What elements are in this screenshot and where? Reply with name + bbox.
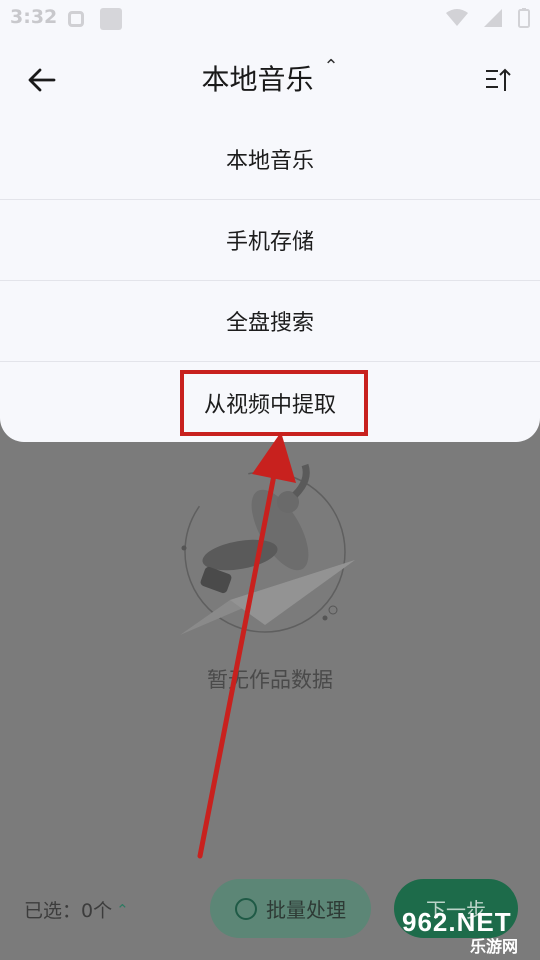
title-dropdown[interactable]: 本地音乐 ⌃: [0, 56, 540, 98]
empty-state-illustration: [180, 463, 355, 635]
batch-process-label: 批量处理: [266, 898, 346, 922]
signal-icon: [484, 9, 502, 27]
status-bar: 3:32: [0, 0, 540, 36]
chevron-up-icon: ⌃: [323, 56, 339, 77]
radio-circle-icon: [235, 897, 257, 920]
empty-state-text: 暂无作品数据: [207, 668, 333, 692]
highlight-box: [180, 370, 368, 436]
selected-count[interactable]: 已选：0个 ⌃: [24, 896, 129, 923]
menu-item-full-search[interactable]: 全盘搜索: [0, 281, 540, 362]
battery-icon: [518, 8, 530, 28]
page-title: 本地音乐: [201, 63, 314, 96]
sort-icon: [486, 68, 511, 91]
batch-process-button[interactable]: 批量处理: [210, 879, 371, 938]
sort-button[interactable]: [480, 62, 516, 98]
top-app-bar: 本地音乐 ⌃: [0, 40, 540, 116]
menu-item-local-music[interactable]: 本地音乐: [0, 119, 540, 200]
menu-item-label: 手机存储: [225, 230, 314, 255]
wifi-icon: [446, 9, 468, 26]
notification-icon: [68, 11, 84, 27]
status-time: 3:32: [10, 6, 58, 28]
site-watermark: 962.NET 乐游网: [398, 905, 536, 957]
watermark-sub: 乐游网: [470, 937, 519, 956]
app-notification-icon: [100, 8, 122, 30]
selected-count-label: 已选：0个: [24, 900, 113, 922]
status-indicators: [446, 8, 530, 28]
menu-item-label: 本地音乐: [225, 149, 314, 174]
menu-item-phone-storage[interactable]: 手机存储: [0, 200, 540, 281]
chevron-up-icon: ⌃: [116, 900, 129, 919]
menu-item-label: 全盘搜索: [225, 311, 314, 336]
